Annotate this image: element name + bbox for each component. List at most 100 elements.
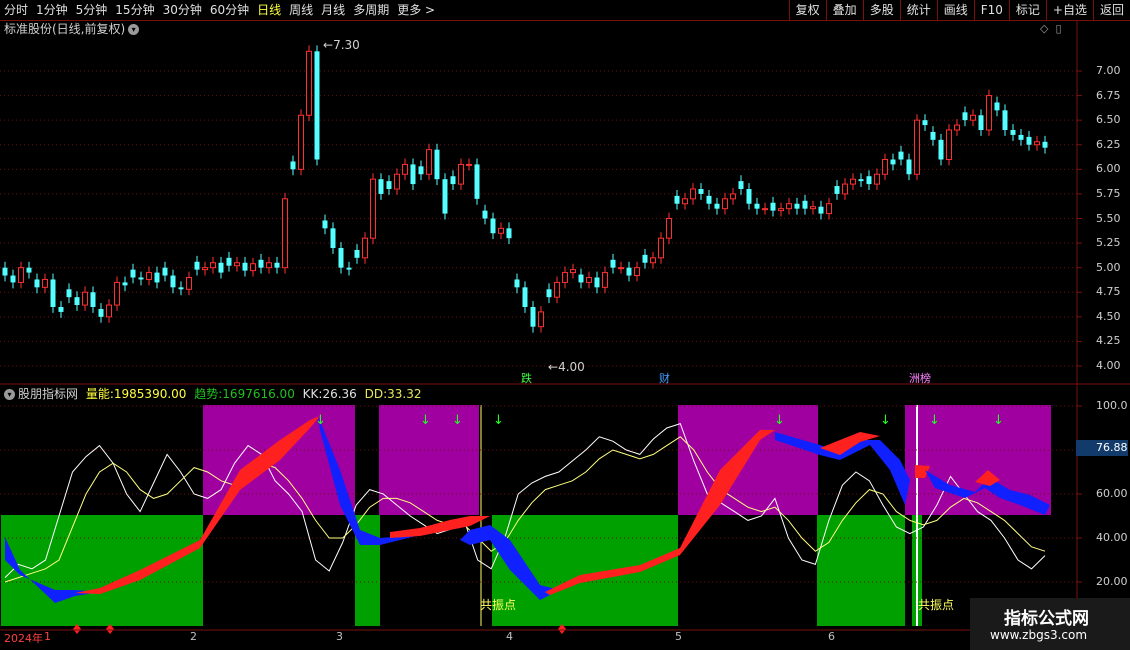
down-arrow-icon: ↓ [774,413,785,428]
candle-body-down [290,161,296,170]
candle-body-down [178,287,184,290]
candle-body-up [658,237,664,259]
candle-body-down [2,267,8,276]
down-arrow-icon: ↓ [493,413,504,428]
candle-body-down [858,179,864,182]
candle-body-down [378,179,384,194]
candle-body-up [618,267,624,270]
candle-body-up [362,237,368,259]
candle-body-down [450,176,456,185]
candle-body-up [250,263,256,272]
candle-body-down [386,181,392,189]
candlestick-series [2,45,1048,333]
candle-body-up [370,178,376,239]
candle-body-down [714,203,720,209]
candle-body-down [442,179,448,214]
candle-body-down [898,151,904,160]
current-indicator-value: 76.88 [1076,440,1128,456]
candle-body-up [914,119,920,175]
dd-value: 33.32 [387,387,422,401]
candle-body-down [26,267,32,273]
candle-body-down [354,249,360,258]
candle-body-down [802,200,808,209]
indicator-tick: 20.00 [1096,575,1128,588]
candle-body-up [602,272,608,288]
watermark-title: 指标公式网 [1004,609,1089,629]
date-month-1: 1 [44,630,51,643]
candle-body-up [394,173,400,190]
candle-body-up [82,291,88,306]
down-arrow-icon: ↓ [452,413,463,428]
candle-body-down [546,289,552,298]
candle-body-down [834,186,840,194]
candle-body-up [234,262,240,267]
indicator-tick: 40.00 [1096,531,1128,544]
candle-body-down [322,220,328,229]
candle-body-down [1010,130,1016,135]
watermark: 指标公式网 www.zbgs3.com [970,598,1130,650]
candle-body-down [98,308,104,317]
candle-body-down [994,102,1000,111]
indicator-zone-block [678,405,818,515]
kk-value: 26.36 [322,387,357,401]
candle-body-up [986,95,992,131]
candle-body-up [954,124,960,131]
candle-body-up [298,114,304,170]
marker-die[interactable]: 跌 [521,370,532,386]
candle-body-up [874,173,880,185]
candle-body-down [930,131,936,140]
candle-body-down [978,115,984,130]
candle-body-down [226,257,232,266]
candle-body-down [258,259,264,268]
down-arrow-icon: ↓ [315,413,326,428]
trend-label: 趋势: [194,387,223,401]
candle-body-down [34,279,40,288]
candle-body-up [666,218,672,239]
chevron-down-icon[interactable]: ▾ [4,389,15,400]
candle-body-up [266,262,272,269]
resonance-label-2: 共振点 [918,598,955,612]
candle-body-up [722,198,728,210]
candle-body-up [850,178,856,185]
candle-body-down [642,254,648,263]
candle-body-up [826,203,832,215]
candle-body-down [1018,134,1024,140]
candle-body-down [338,248,344,268]
indicator-tick: 60.00 [1096,487,1128,500]
candle-body-down [906,159,912,175]
candle-body-up [682,198,688,205]
candle-body-up [970,114,976,121]
candle-body-up [42,278,48,288]
candle-body-down [50,279,56,307]
candle-body-up [1034,141,1040,146]
candle-body-down [1042,141,1048,148]
candle-body-down [674,195,680,204]
candle-body-up [458,163,464,185]
candle-body-down [522,287,528,307]
candle-body-up [538,311,544,328]
candle-body-up [562,272,568,283]
candle-body-up [730,193,736,200]
candle-body-down [274,262,280,268]
marker-zhoubang[interactable]: 洲榜 [909,370,931,386]
candle-body-down [162,267,168,276]
candle-body-down [818,206,824,214]
indicator-axis: 100.0 60.00 40.00 20.00 [1078,0,1130,630]
chart-canvas[interactable]: ↓ ↓ ↓ ↓ ↓ ↓ ↓ ↓ [0,0,1130,650]
candle-body-down [138,277,144,280]
candle-body-down [594,277,600,288]
candle-body-down [754,203,760,209]
marker-cai[interactable]: 财 [659,370,670,386]
indicator-title: ▾ 股朋指标网 量能:1985390.00 趋势:1697616.00 KK:26… [4,387,426,401]
candle-body-down [418,166,424,175]
candle-body-down [866,176,872,185]
candle-body-down [890,159,896,165]
candle-body-up [106,304,112,318]
candle-body-down [922,120,928,126]
candle-body-up [762,208,768,211]
indicator-tick: 100.0 [1096,399,1128,412]
candle-body-down [74,297,80,306]
date-month-4: 4 [506,630,513,643]
down-arrow-icon: ↓ [929,413,940,428]
candle-body-down [154,272,160,283]
